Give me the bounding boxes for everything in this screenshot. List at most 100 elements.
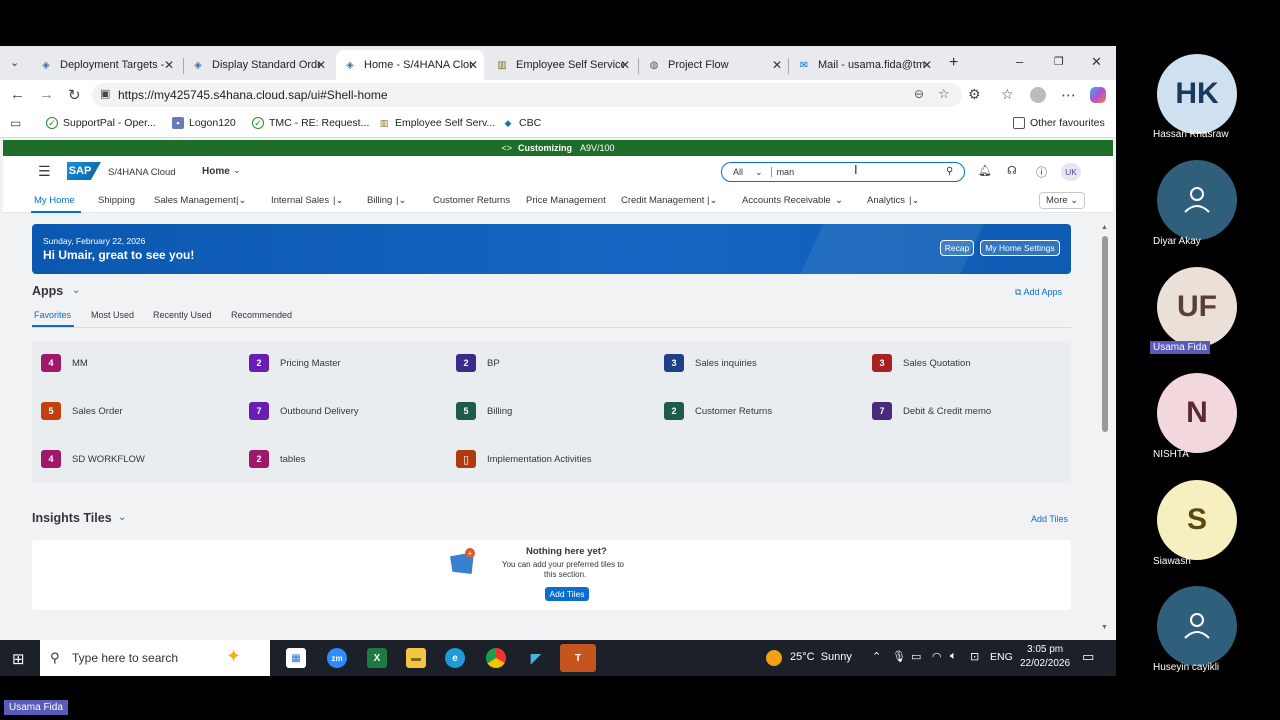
browser-tab[interactable]: ◈ Display Standard Order ✕ [184,50,332,80]
close-icon[interactable]: ✕ [620,58,630,72]
language-indicator[interactable]: ENG [990,651,1013,663]
favorite-star-icon[interactable]: ☆ [938,86,950,102]
notification-icon[interactable]: ▭ [1082,649,1094,665]
bookmark-item[interactable]: ◆ CBC [502,117,542,129]
subtab-most-used[interactable]: Most Used [91,310,134,320]
add-tiles-link[interactable]: Add Tiles [1031,514,1068,524]
teams-icon[interactable]: T [560,644,596,672]
tab-actions-icon[interactable]: ▭ [10,116,21,130]
participant-avatar[interactable] [1157,160,1237,240]
browser-tab[interactable]: ✉ Mail - usama.fida@tmcl ✕ [790,50,938,80]
participant-avatar[interactable]: HK [1157,54,1237,134]
app-tile[interactable]: ▯ Implementation Activities [456,450,592,468]
nav-credit-management[interactable]: Credit Management [621,195,704,206]
weather-text[interactable]: 25°C Sunny [790,651,852,663]
add-apps-link[interactable]: ⧉ Add Apps [1015,287,1062,298]
home-menu[interactable]: Home [202,166,230,177]
participant-avatar[interactable]: S [1157,480,1237,560]
chevron-down-icon[interactable]: ⌄ [72,285,80,296]
wifi-icon[interactable]: ◠ [932,650,942,663]
bell-icon[interactable]: 🔔︎ [978,164,992,177]
chevron-down-icon[interactable]: ⌄ [835,195,843,206]
close-icon[interactable]: ✕ [922,58,932,72]
chevron-down-icon[interactable]: |⌄ [909,195,919,206]
reload-icon[interactable]: ↻ [68,86,81,104]
browser-tab[interactable]: ◍ Project Flow ✕ [640,50,788,80]
app-tile[interactable]: 2 Pricing Master [249,354,341,372]
app-tile[interactable]: 7 Debit & Credit memo [872,402,991,420]
minimize-icon[interactable]: – [1016,54,1023,69]
browser-tab[interactable]: ▥ Employee Self Services ✕ [488,50,636,80]
windows-start-icon[interactable]: ⊞ [12,650,25,668]
edge-icon[interactable]: e [445,648,465,668]
close-icon[interactable]: ✕ [316,58,326,72]
chevron-down-icon[interactable]: ⌄ [755,167,763,178]
search-field[interactable]: All ⌄ man ⚲ [721,162,965,182]
search-input[interactable]: man [777,167,795,177]
nav-analytics[interactable]: Analytics [867,195,905,206]
bookmark-item[interactable]: ✓ SupportPal - Oper... [46,117,156,129]
file-explorer-icon[interactable]: ▬ [406,648,426,668]
participant-avatar[interactable]: N [1157,373,1237,453]
app-tile[interactable]: 7 Outbound Delivery [249,402,359,420]
chevron-down-icon[interactable]: |⌄ [707,195,717,206]
chrome-icon[interactable] [486,648,506,668]
more-menu-icon[interactable]: ⋯ [1061,86,1076,104]
chevron-down-icon[interactable]: ⌄ [233,165,241,176]
restore-icon[interactable]: ❐ [1054,55,1064,68]
nav-customer-returns[interactable]: Customer Returns [433,195,510,206]
app-tile[interactable]: 5 Sales Order [41,402,123,420]
scroll-up-icon[interactable]: ▲ [1101,224,1108,231]
headset-icon[interactable]: ☊ [1007,164,1017,177]
hamburger-menu-icon[interactable]: ☰ [38,163,51,180]
close-icon[interactable]: ✕ [468,58,478,72]
network-icon[interactable]: ⊡ [970,650,979,663]
app-tile[interactable]: 2 Customer Returns [664,402,772,420]
forward-arrow-icon[interactable]: → [39,86,54,103]
bookmark-item[interactable]: ▪ Logon120 [172,117,236,129]
scroll-thumb[interactable] [1102,236,1108,432]
clock-date[interactable]: 22/02/2026 [1020,658,1070,669]
search-scope[interactable]: All [733,167,743,177]
taskbar-search[interactable]: ⚲ Type here to search ✦ [40,640,270,676]
app-tile[interactable]: 4 SD WORKFLOW [41,450,145,468]
battery-icon[interactable]: ▭ [911,650,921,663]
scroll-down-icon[interactable]: ▼ [1101,624,1108,631]
my-home-settings-button[interactable]: My Home Settings [980,240,1060,256]
nav-internal-sales[interactable]: Internal Sales [271,195,329,206]
browser-tab-active[interactable]: ◈ Home - S/4HANA Cloud ✕ [336,50,484,80]
nav-more-button[interactable]: More ⌄ [1039,192,1086,209]
app-tile[interactable]: 4 MM [41,354,88,372]
zoom-app-icon[interactable]: zm [327,648,347,668]
excel-icon[interactable]: X [367,648,387,668]
app-icon[interactable]: ◤ [526,648,546,668]
profile-avatar-icon[interactable] [1030,87,1046,103]
subtab-favorites[interactable]: Favorites [34,310,71,320]
nav-sales-management[interactable]: Sales Management [154,195,236,206]
app-tile[interactable]: 3 Sales inquiries [664,354,757,372]
bookmark-item[interactable]: ✓ TMC - RE: Request... [252,117,369,129]
store-icon[interactable]: ▦ [286,648,306,668]
participant-avatar[interactable] [1157,586,1237,666]
url-bar[interactable]: ▣ https://my425745.s4hana.cloud.sap/ui#S… [92,83,962,107]
favorites-icon[interactable]: ☆ [1001,86,1014,103]
nav-my-home[interactable]: My Home [34,195,75,206]
app-tile[interactable]: 3 Sales Quotation [872,354,971,372]
nav-billing[interactable]: Billing [367,195,392,206]
copilot-icon[interactable] [1090,87,1106,103]
zoom-icon[interactable]: ⊖ [914,87,924,101]
nav-shipping[interactable]: Shipping [98,195,135,206]
browser-tab[interactable]: ◈ Deployment Targets - S/ ✕ [32,50,180,80]
close-icon[interactable]: ✕ [164,58,174,72]
close-window-icon[interactable]: ✕ [1091,54,1102,70]
subtab-recommended[interactable]: Recommended [231,310,292,320]
sap-logo[interactable]: SAP [67,162,101,180]
tab-list-chevron-icon[interactable]: ⌄ [10,56,19,69]
user-avatar[interactable]: UK [1061,163,1081,181]
nav-accounts-receivable[interactable]: Accounts Receivable [742,195,831,206]
close-icon[interactable]: ✕ [772,58,782,72]
chevron-down-icon[interactable]: ⌄ [118,512,126,523]
app-tile[interactable]: 2 BP [456,354,500,372]
extensions-icon[interactable]: ⚙ [968,86,981,103]
tray-chevron-icon[interactable]: ⌃ [872,650,881,663]
